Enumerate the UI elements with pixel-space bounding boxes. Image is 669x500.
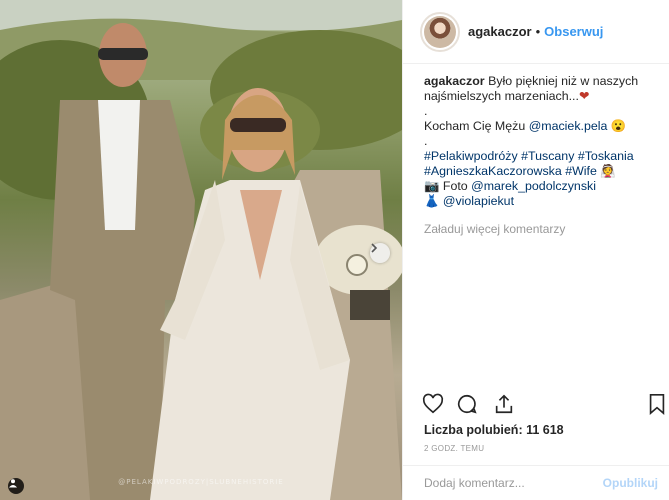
likes-count[interactable]: Liczba polubień: 11 618: [424, 423, 564, 437]
hashtags-line-2: #AgnieszkaKaczorowska #Wife 👰: [424, 164, 659, 179]
mention-dress-designer[interactable]: @violapiekut: [443, 194, 514, 208]
upload-icon: [495, 394, 513, 414]
heart-emoji: ❤: [578, 89, 590, 103]
mention-husband[interactable]: @maciek.pela: [529, 119, 608, 133]
face-emoji: 😮: [610, 119, 627, 133]
car-wheel: [350, 290, 390, 320]
chevron-right-icon: [371, 243, 378, 253]
post-header: agakaczor • Obserwuj: [403, 0, 669, 64]
caption-line-1: agakaczor Było piękniej niż w naszych: [424, 74, 659, 89]
photo-illustration: [0, 0, 402, 500]
dress-credit-line: 👗 @violapiekut: [424, 194, 659, 209]
caption-dot-2: .: [424, 134, 428, 148]
hashtag[interactable]: #Pelakiwpodróży: [424, 149, 518, 163]
caption-username[interactable]: agakaczor: [424, 74, 485, 88]
comment-input[interactable]: [424, 476, 603, 490]
man-sunglasses: [98, 48, 148, 60]
car-headlight: [346, 254, 368, 276]
photo-watermark: @PELAKIWPODROZY|SLUBNEHISTORIE: [118, 478, 284, 486]
post-photo[interactable]: @PELAKIWPODROZY|SLUBNEHISTORIE: [0, 0, 402, 500]
hashtags-line-1: #Pelakiwpodróży #Tuscany #Toskania: [424, 149, 659, 164]
post-timestamp[interactable]: 2 GODZ. TEMU: [424, 444, 484, 453]
likes-number: 11 618: [526, 423, 564, 437]
photo-credit-label: Foto: [439, 179, 472, 193]
comment-icon: [457, 394, 477, 414]
load-more-comments-button[interactable]: Załaduj więcej komentarzy: [424, 222, 565, 236]
header-username[interactable]: agakaczor: [468, 24, 532, 39]
comment-button[interactable]: [456, 393, 478, 420]
caption-dot-1: .: [424, 104, 428, 118]
likes-label: Liczba polubień:: [424, 423, 527, 437]
hashtag[interactable]: #Wife: [565, 164, 597, 178]
post-comment-button[interactable]: Opublikuj: [603, 476, 658, 490]
photo-credit-line: 📷 Foto @marek_podolczynski: [424, 179, 659, 194]
share-button[interactable]: [493, 393, 515, 420]
dress-icon: 👗: [424, 194, 440, 208]
action-bar: [403, 388, 669, 424]
avatar[interactable]: [420, 11, 460, 52]
user-icon: [9, 479, 17, 488]
man-shirt: [98, 100, 140, 230]
instagram-post-frame: @PELAKIWPODROZY|SLUBNEHISTORIE agakaczor…: [0, 0, 669, 500]
like-button[interactable]: [422, 393, 444, 420]
caption-line-4: Kocham Cię Mężu @maciek.pela 😮: [424, 119, 659, 134]
tagged-people-button[interactable]: [8, 478, 24, 494]
save-button[interactable]: [647, 393, 667, 420]
follow-button[interactable]: Obserwuj: [544, 24, 603, 39]
heart-icon: [422, 393, 444, 414]
caption-line-2: najśmielszych marzeniach...❤: [424, 89, 659, 104]
avatar-image: [424, 15, 456, 48]
camera-icon: 📷: [424, 179, 440, 193]
caption-text-2: najśmielszych marzeniach...: [424, 89, 579, 103]
bookmark-icon: [649, 394, 665, 415]
hashtag[interactable]: #Tuscany: [521, 149, 574, 163]
carousel-next-button[interactable]: [370, 243, 390, 263]
caption: agakaczor Było piękniej niż w naszych na…: [424, 74, 659, 209]
wife-emoji: 👰: [600, 164, 616, 178]
mention-photographer[interactable]: @marek_podolczynski: [471, 179, 596, 193]
header-separator: •: [535, 24, 541, 39]
woman-sunglasses: [230, 118, 286, 132]
caption-text-4: Kocham Cię Mężu: [424, 119, 529, 133]
caption-text-1: Było piękniej niż w naszych: [484, 74, 639, 88]
hashtag[interactable]: #AgnieszkaKaczorowska: [424, 164, 562, 178]
comment-form: Opublikuj: [403, 465, 669, 500]
post-side-panel: agakaczor • Obserwuj agakaczor Było pięk…: [402, 0, 669, 500]
hashtag[interactable]: #Toskania: [578, 149, 634, 163]
